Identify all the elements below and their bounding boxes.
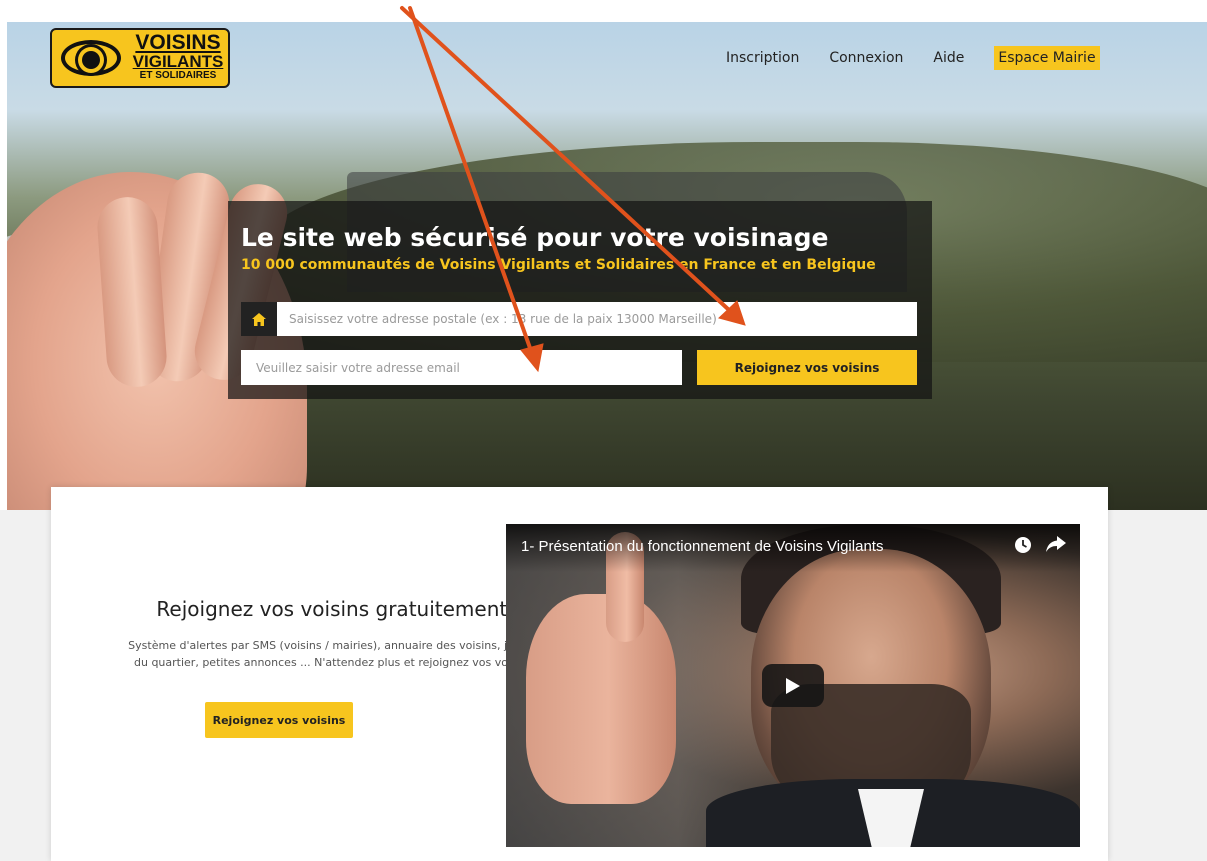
address-input[interactable] <box>277 302 917 336</box>
cta-description: Système d'alertes par SMS (voisins / mai… <box>128 639 542 669</box>
nav-espace-mairie[interactable]: Espace Mairie <box>994 46 1100 70</box>
video-title[interactable]: 1- Présentation du fonctionnement de Voi… <box>521 538 883 555</box>
hero-title: Le site web sécurisé pour votre voisinag… <box>241 223 829 252</box>
nav-connexion[interactable]: Connexion <box>829 50 903 66</box>
video-player[interactable]: 1- Présentation du fonctionnement de Voi… <box>506 524 1080 847</box>
play-icon <box>786 677 800 694</box>
video-controls <box>1014 536 1066 558</box>
nav-inscription[interactable]: Inscription <box>726 50 799 66</box>
eye-icon <box>61 40 121 76</box>
share-icon[interactable] <box>1046 536 1066 558</box>
cta-join-button[interactable]: Rejoignez vos voisins <box>205 702 353 738</box>
home-icon <box>241 302 277 336</box>
join-neighbors-button[interactable]: Rejoignez vos voisins <box>697 350 917 385</box>
play-button[interactable] <box>762 664 824 707</box>
video-hand-image <box>526 594 676 804</box>
logo-line-1: VOISINS <box>135 31 221 54</box>
logo-line-3: ET SOLIDAIRES <box>139 70 217 81</box>
content-card: Rejoignez vos voisins gratuitement. Syst… <box>51 487 1108 861</box>
email-input[interactable] <box>241 350 682 385</box>
nav-aide[interactable]: Aide <box>933 50 964 66</box>
main-nav: Inscription Connexion Aide Espace Mairie <box>726 46 1100 70</box>
page: VOISINS VIGILANTS ET SOLIDAIRES Inscript… <box>0 0 1207 861</box>
clock-icon[interactable] <box>1014 536 1032 558</box>
logo-text: VOISINS VIGILANTS ET SOLIDAIRES <box>128 32 228 81</box>
logo-line-2: VIGILANTS <box>132 52 224 71</box>
signup-panel: Le site web sécurisé pour votre voisinag… <box>228 201 932 399</box>
address-field-group <box>241 302 917 336</box>
site-logo[interactable]: VOISINS VIGILANTS ET SOLIDAIRES <box>50 28 230 88</box>
hero-subtitle: 10 000 communautés de Voisins Vigilants … <box>241 257 876 273</box>
